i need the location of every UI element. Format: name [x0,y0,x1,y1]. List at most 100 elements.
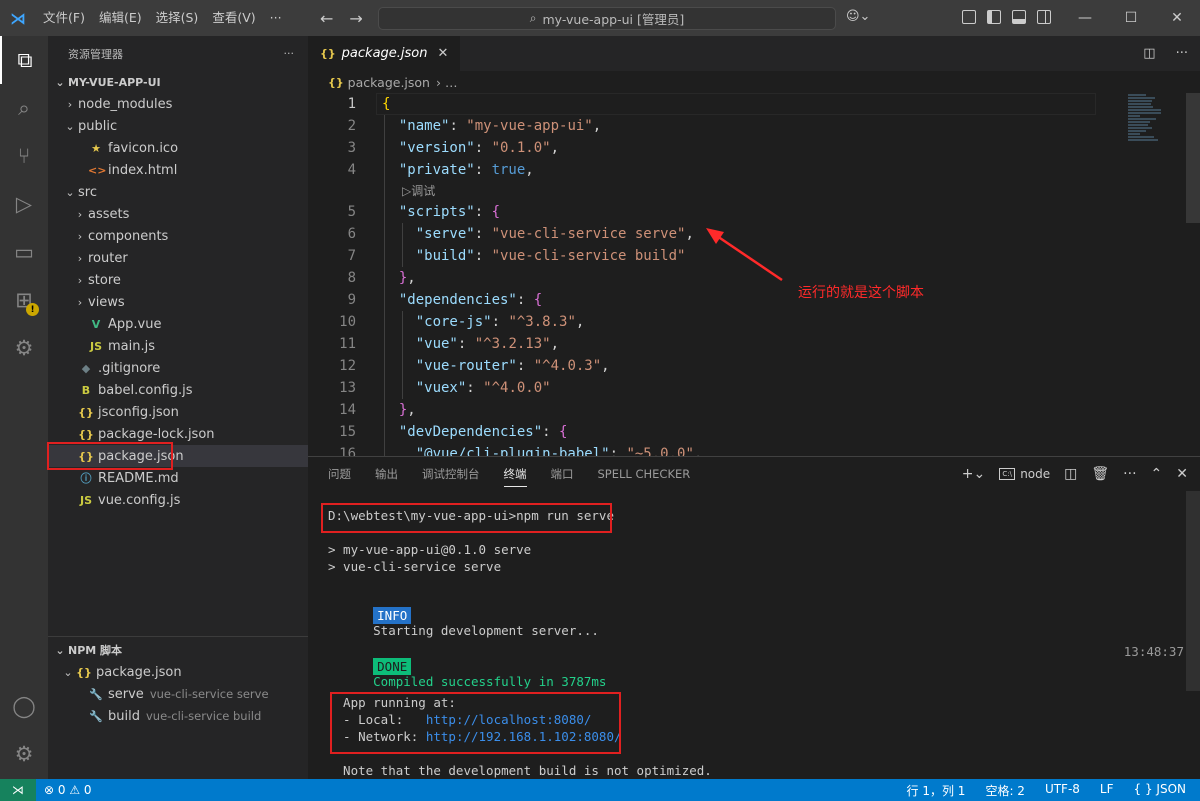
split-editor-icon[interactable]: ◫ [1143,46,1155,61]
line-number: 9 [347,292,356,308]
debug-codelens[interactable]: ▷调试 [402,182,435,202]
menu-item[interactable]: ··· [263,0,289,36]
customize-layout-icon[interactable] [962,10,976,24]
chevron-down-icon: ⌄ [55,75,65,89]
more-actions-icon[interactable]: ··· [1176,46,1188,61]
csharp-icon[interactable]: ⚙ [0,324,48,372]
done-badge: DONE [373,658,412,675]
chevron-down-icon: ⌄ [65,185,75,199]
chevron-right-icon: › [77,207,83,221]
tree-folder[interactable]: › assets [48,203,308,225]
problems-indicator[interactable]: ⊗ 0 ⚠ 0 [44,783,92,797]
menu-item[interactable]: 查看(V) [205,0,262,36]
tree-file[interactable]: ◆ .gitignore [48,357,308,379]
kill-terminal-icon[interactable]: 🗑 [1091,466,1109,482]
minimap-line [1128,112,1161,114]
status-right: 行 1，列 1 空格: 2 UTF-8 LF { } JSON [907,782,1186,799]
minimap[interactable] [1128,93,1188,153]
npm-scripts-header[interactable]: ⌄ NPM 脚本 [48,639,308,661]
file-type-icon: <> [88,163,107,177]
remote-explorer-icon[interactable]: ▭ [0,228,48,276]
minimap-line [1128,97,1155,99]
command-center-search[interactable]: ⌕ my-vue-app-ui [管理员] [378,7,836,30]
chevron-right-icon: › [77,295,83,309]
breadcrumb-file[interactable]: package.json [348,75,430,90]
tree-folder[interactable]: ⌄ public [48,115,308,137]
activity-bar: ⧉ ⌕ ⑂ ▷ ▭ ⊞! ⚙ ◯ ⚙ [0,36,48,779]
project-root[interactable]: ⌄ MY-VUE-APP-UI [48,71,308,93]
panel-tab[interactable]: 终端 [503,466,527,487]
annotation-text: 运行的就是这个脚本 [798,285,924,301]
source-control-icon[interactable]: ⑂ [0,132,48,180]
new-terminal-icon[interactable]: +⌄ [962,466,985,482]
npm-script-item[interactable]: 🔧 build vue-cli-service build [48,705,308,727]
editor-scrollbar[interactable] [1186,93,1200,223]
tree-folder[interactable]: › store [48,269,308,291]
breadcrumb-more[interactable]: › … [436,75,457,90]
close-panel-icon[interactable]: ✕ [1176,466,1188,482]
menu-item[interactable]: 选择(S) [149,0,206,36]
tree-folder[interactable]: › router [48,247,308,269]
terminal-name: node [1020,467,1051,481]
toggle-sidebar-icon[interactable] [987,10,1001,24]
code-text: "scripts": { [398,204,501,220]
copilot-icon[interactable]: ☺⌄ [846,9,870,24]
forward-arrow-icon[interactable]: → [349,9,362,28]
indentation[interactable]: 空格: 2 [985,782,1025,799]
close-icon[interactable]: ✕ [438,46,449,61]
cursor-position[interactable]: 行 1，列 1 [907,782,966,799]
toggle-panel-icon[interactable] [1012,10,1026,24]
editor-tabs: {} package.json ✕ ◫ ··· [308,36,1200,71]
minimize-button[interactable]: — [1062,0,1108,36]
tree-folder[interactable]: › components [48,225,308,247]
explorer-icon[interactable]: ⧉ [0,36,48,84]
tree-folder[interactable]: › views [48,291,308,313]
run-debug-icon[interactable]: ▷ [0,180,48,228]
account-icon[interactable]: ◯ [0,682,48,730]
tree-file[interactable]: JS vue.config.js [48,489,308,511]
panel-tab[interactable]: 问题 [328,466,351,482]
search-icon: ⌕ [529,11,537,25]
tree-file[interactable]: {} jsconfig.json [48,401,308,423]
tree-file[interactable]: ★ favicon.ico [48,137,308,159]
tree-file[interactable]: Bbabel.config.js [48,379,308,401]
npm-package-json[interactable]: ⌄ {} package.json [48,661,308,683]
tab-package-json[interactable]: {} package.json ✕ [308,36,461,71]
code-line: 5 "scripts": { [308,201,1108,223]
tree-file[interactable]: V App.vue [48,313,308,335]
close-window-button[interactable]: ✕ [1154,0,1200,36]
tree-file[interactable]: <> index.html [48,159,308,181]
maximize-button[interactable]: ☐ [1108,0,1154,36]
panel-tab[interactable]: 调试控制台 [422,466,480,482]
minimap-line [1128,139,1158,141]
maximize-panel-icon[interactable]: ⌃ [1151,466,1163,482]
tree-folder[interactable]: ⌄ src [48,181,308,203]
panel-tab[interactable]: 端口 [551,466,574,482]
menu-item[interactable]: 文件(F) [36,0,92,36]
npm-script-item[interactable]: 🔧 serve vue-cli-service serve [48,683,308,705]
split-terminal-icon[interactable]: ◫ [1064,466,1077,482]
explorer-more-button[interactable]: ··· [284,47,295,60]
remote-indicator-icon[interactable]: ⋊ [0,779,36,801]
panel-tab[interactable]: SPELL CHECKER [598,467,691,481]
terminal-selector[interactable]: C:\ node [999,467,1050,481]
terminal-scrollbar[interactable] [1186,491,1200,691]
encoding[interactable]: UTF-8 [1045,782,1080,799]
extensions-icon[interactable]: ⊞! [0,276,48,324]
tree-folder[interactable]: › node_modules [48,93,308,115]
tree-file[interactable]: JS main.js [48,335,308,357]
back-arrow-icon[interactable]: ← [320,9,333,28]
tree-file[interactable]: ⓘ README.md [48,467,308,489]
more-actions-icon[interactable]: ··· [1123,466,1136,482]
code-line: 11 "vue": "^3.2.13", [308,333,1108,355]
settings-gear-icon[interactable]: ⚙ [0,730,48,778]
menu-item[interactable]: 编辑(E) [92,0,149,36]
nav-arrows: ← → [320,0,363,36]
language-mode[interactable]: { } JSON [1134,782,1186,799]
toggle-secondary-sidebar-icon[interactable] [1037,10,1051,24]
file-type-icon: B [81,383,91,397]
project-root-label: MY-VUE-APP-UI [68,75,161,89]
end-of-line[interactable]: LF [1100,782,1114,799]
panel-tab[interactable]: 输出 [375,466,398,482]
search-icon[interactable]: ⌕ [0,84,48,132]
